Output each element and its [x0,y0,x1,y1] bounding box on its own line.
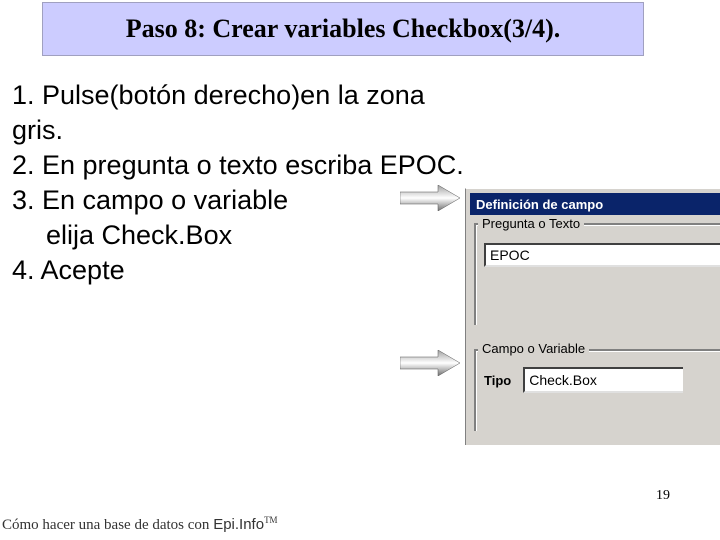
question-text-value: EPOC [490,247,530,263]
trademark-symbol: TM [264,515,278,525]
instruction-steps: 1. Pulse(botón derecho)en la zona gris. … [12,78,472,289]
slide-title: Paso 8: Crear variables Checkbox(3/4). [126,14,561,44]
slide-title-bar: Paso 8: Crear variables Checkbox(3/4). [42,2,644,56]
arrow-icon [400,350,460,376]
type-combobox[interactable]: Check.Box [523,367,683,393]
step-4: 4. Acepte [12,253,472,288]
page-number: 19 [656,488,670,504]
dialog-titlebar[interactable]: Definición de campo [470,193,720,215]
type-label: Tipo [484,373,511,388]
question-text-label: Pregunta o Texto [478,216,584,231]
type-value: Check.Box [529,372,597,388]
step-2: 2. En pregunta o texto escriba EPOC. [12,148,472,183]
step-3-line2: elija Check.Box [12,218,472,253]
arrow-icon [400,185,460,211]
field-definition-dialog: Definición de campo Pregunta o Texto EPO… [465,188,720,445]
step-1: 1. Pulse(botón derecho)en la zona gris. [12,78,472,148]
footer-brand: Epi.Info [213,516,264,533]
dialog-title: Definición de campo [476,197,603,212]
footer-prefix: Cómo hacer una base de datos con [2,517,213,533]
question-text-input[interactable]: EPOC [484,243,720,267]
field-variable-label: Campo o Variable [478,341,589,356]
type-row: Tipo Check.Box [484,367,720,393]
footer-text: Cómo hacer una base de datos con Epi.Inf… [2,515,278,534]
question-text-group [474,223,720,325]
